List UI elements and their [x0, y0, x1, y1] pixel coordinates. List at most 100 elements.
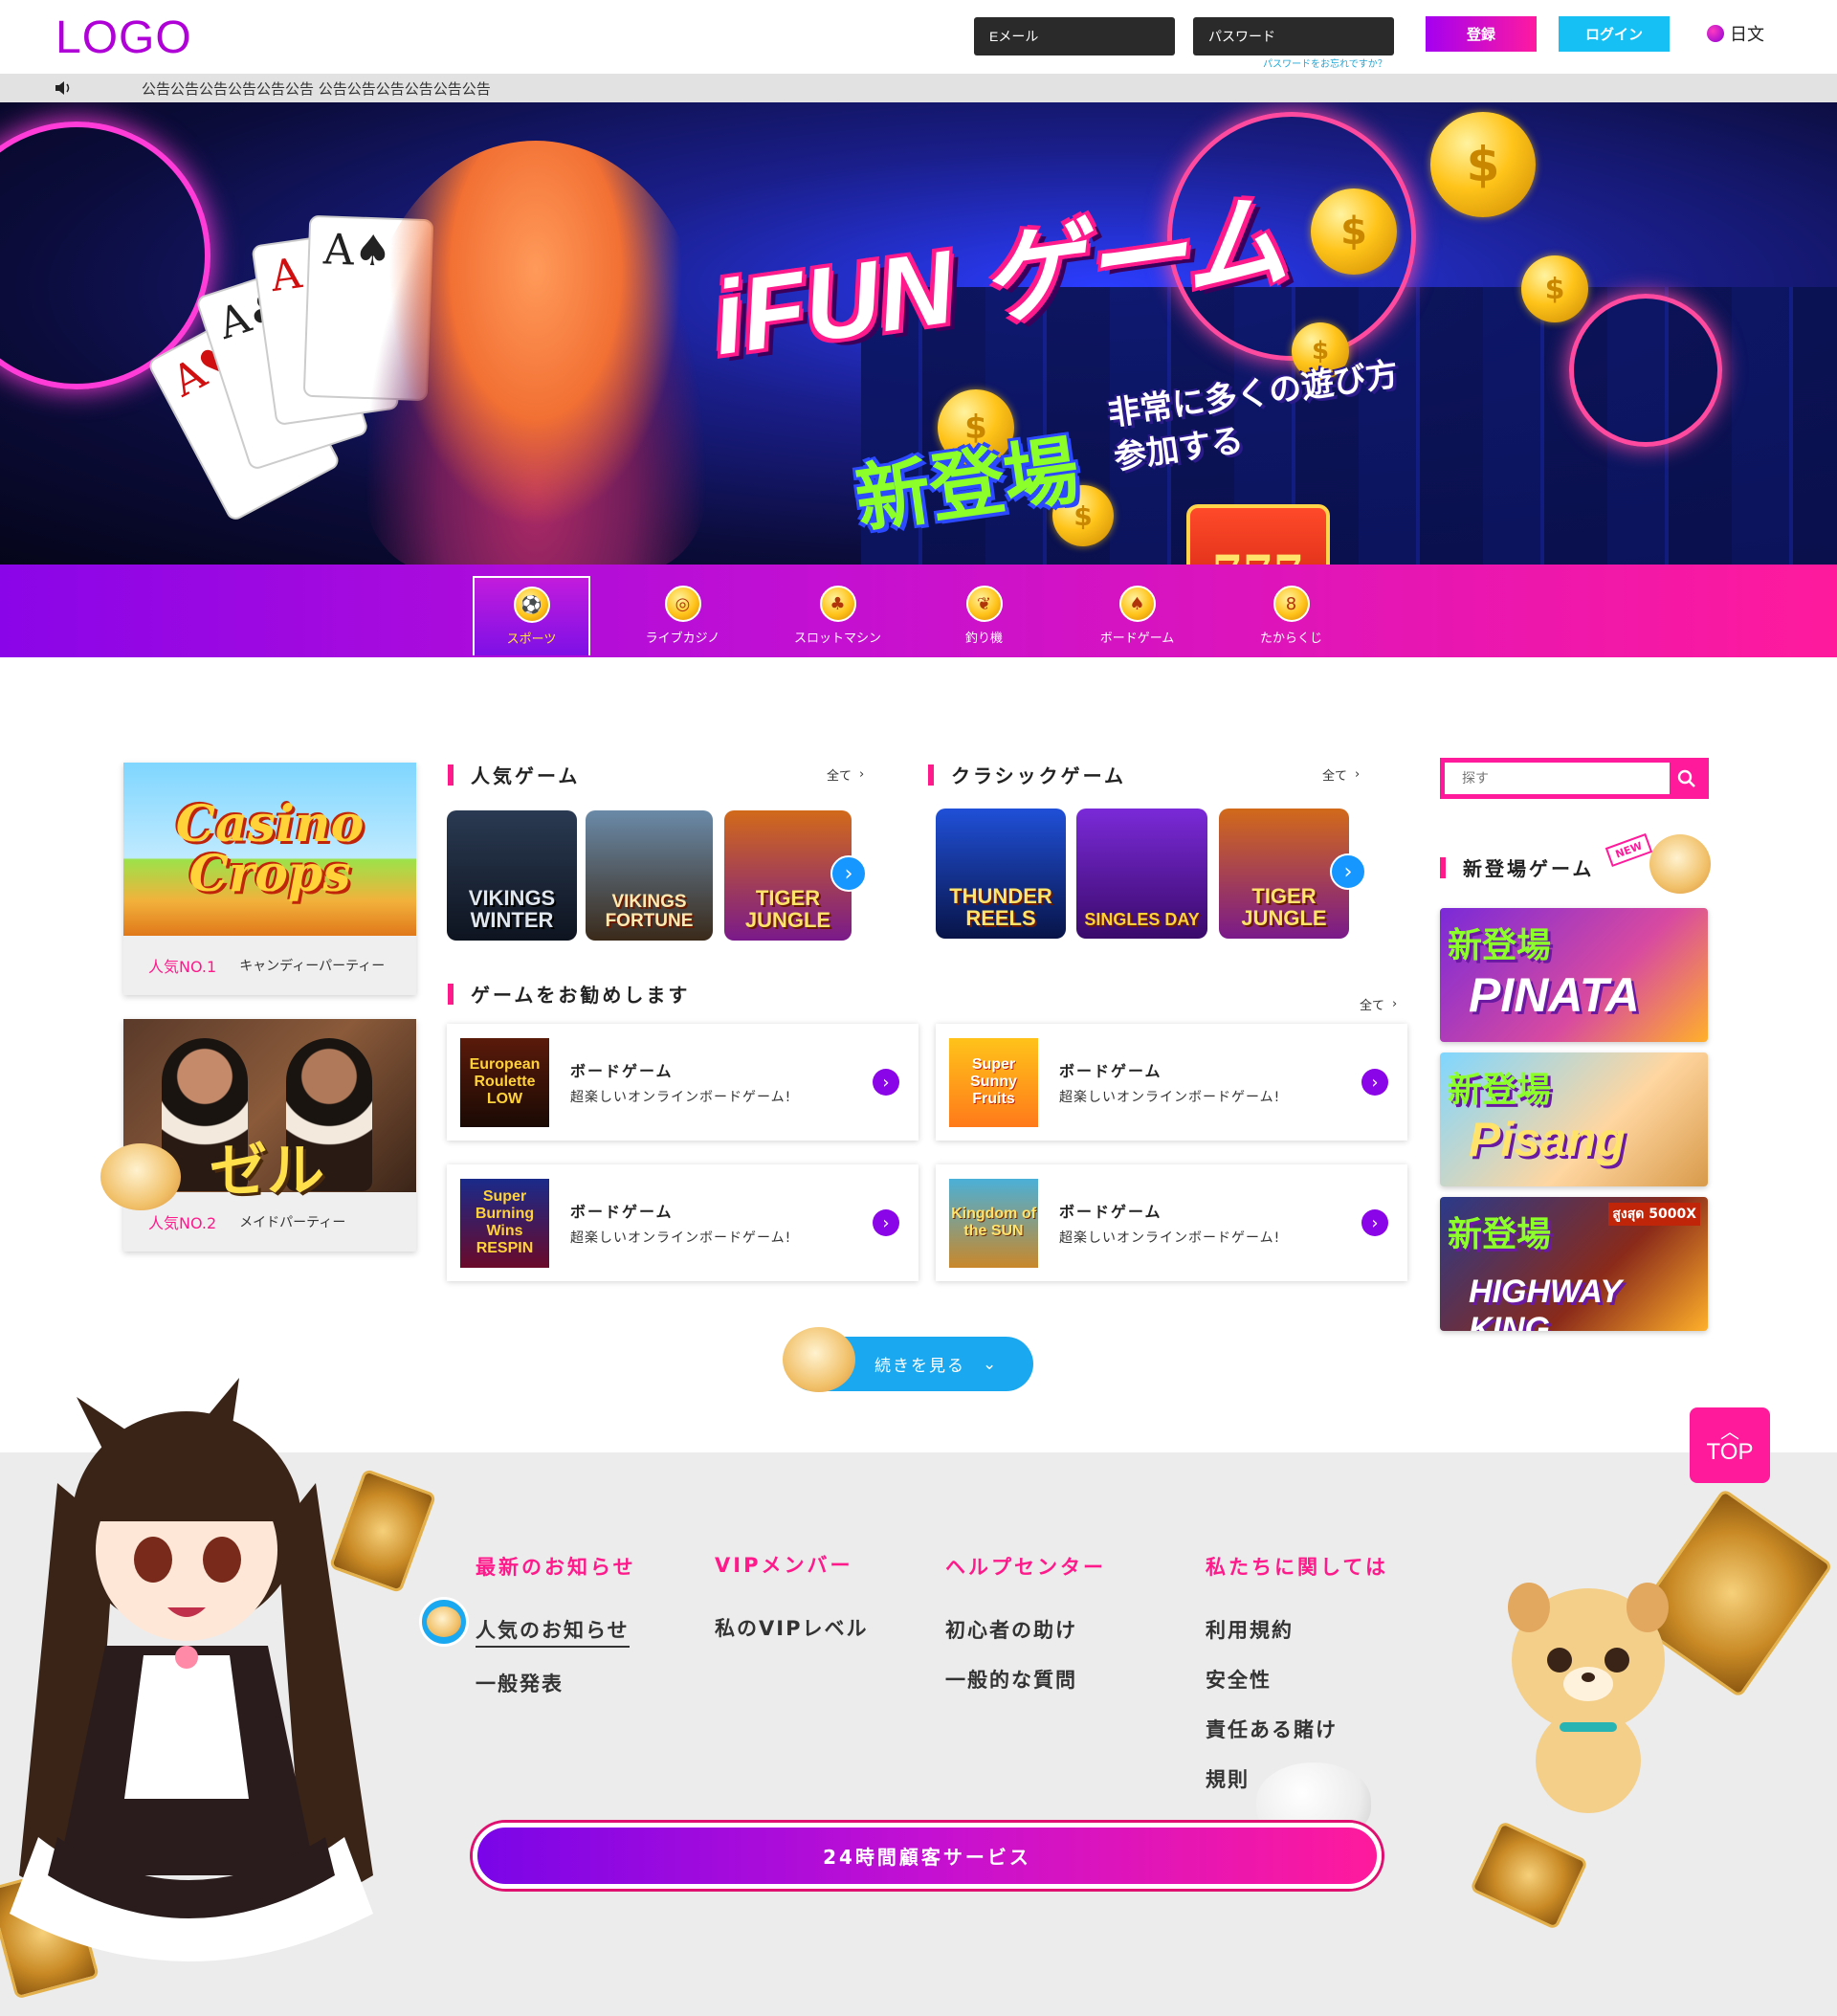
new-game-name: Pisang	[1469, 1113, 1626, 1166]
chevron-right-icon[interactable]: ›	[873, 1069, 899, 1096]
footer-link[interactable]: 利用規約	[1206, 1615, 1388, 1644]
neon-ring-decoration	[1569, 294, 1722, 447]
tab-fishing[interactable]: ❦ 釣り機	[925, 576, 1043, 655]
see-all-label: 全て	[1322, 769, 1348, 784]
recommend-card[interactable]: Super Sunny Fruits ボードゲーム 超楽しいオンラインボードゲー…	[936, 1024, 1407, 1141]
footer-column-vip: VIPメンバー 私のVIPレベル	[715, 1550, 868, 1642]
recommend-text: ボードゲーム 超楽しいオンラインボードゲーム!	[1059, 1058, 1361, 1106]
new-game-multiplier: สูงสุด 5000X	[1608, 1203, 1700, 1226]
gold-coin-decoration: $	[1430, 112, 1536, 217]
new-game-card[interactable]: 新登場 HIGHWAY KING สูงสุด 5000X	[1440, 1197, 1708, 1331]
recommend-title: ボードゲーム	[1059, 1062, 1162, 1080]
cherry-icon: ♣	[819, 586, 856, 622]
rank-label: 人気NO.2	[148, 1214, 217, 1232]
forgot-password-link[interactable]: パスワードをお忘れですか？	[1263, 55, 1387, 70]
tab-label: 釣り機	[964, 631, 1003, 646]
heading-accent	[1440, 856, 1446, 878]
language-selector[interactable]: 日文	[1707, 21, 1764, 46]
new-tag: 新登場	[1448, 926, 1552, 965]
game-tile[interactable]: THUNDER REELS	[936, 809, 1066, 939]
featured-card-2[interactable]: ゼル 人気NO.2 メイドパーティー	[123, 1019, 416, 1252]
footer-heading: ヘルプセンター	[945, 1556, 1106, 1579]
recommend-title: ボードゲーム	[570, 1203, 674, 1221]
footer-heading: 最新のお知らせ	[476, 1556, 636, 1579]
new-game-card[interactable]: 新登場 Pisang	[1440, 1052, 1708, 1186]
email-input[interactable]	[974, 17, 1175, 55]
game-tile[interactable]: VIKINGS WINTER	[447, 810, 577, 941]
password-input[interactable]	[1193, 17, 1394, 55]
popular-see-all-link[interactable]: 全て ›	[827, 765, 864, 784]
section-title: 新登場ゲーム	[1463, 857, 1595, 880]
classic-see-all-link[interactable]: 全て ›	[1322, 765, 1360, 784]
announcement-text: 公告公告公告公告公告公告 公告公告公告公告公告公告	[142, 80, 491, 98]
chevron-right-icon: ›	[1355, 767, 1361, 782]
tab-lottery[interactable]: 8 たからくじ	[1232, 576, 1350, 655]
load-more-button[interactable]: 続きを見る ⌄	[783, 1327, 1033, 1392]
recommend-desc: 超楽しいオンラインボードゲーム!	[1059, 1090, 1281, 1105]
anime-character-illustration	[364, 141, 708, 565]
announcement-bar: 公告公告公告公告公告公告 公告公告公告公告公告公告	[0, 74, 1837, 102]
footer-link[interactable]: 私のVIPレベル	[715, 1613, 868, 1642]
card-icon: ♠	[1118, 586, 1156, 622]
new-tag: 新登場	[1448, 1071, 1552, 1110]
chevron-right-icon: ›	[1392, 997, 1398, 1011]
carousel-next-button[interactable]: ›	[830, 855, 867, 892]
recommend-card[interactable]: Kingdom of the SUN ボードゲーム 超楽しいオンラインボードゲー…	[936, 1164, 1407, 1281]
customer-service-button[interactable]: 24時間顧客サービス	[473, 1823, 1382, 1889]
tab-board-game[interactable]: ♠ ボードゲーム	[1078, 576, 1196, 655]
search-button[interactable]	[1670, 763, 1704, 794]
footer-link[interactable]: 人気のお知らせ	[476, 1615, 630, 1648]
see-all-label: 全て	[1360, 999, 1385, 1013]
recommend-title: ボードゲーム	[1059, 1203, 1162, 1221]
back-to-top-button[interactable]: ︿ TOP	[1690, 1407, 1770, 1483]
new-badge-mascot: NEW	[1605, 832, 1713, 901]
search-icon	[1677, 769, 1695, 787]
recommend-card[interactable]: European Roulette LOW ボードゲーム 超楽しいオンラインボー…	[447, 1024, 918, 1141]
register-button[interactable]: 登録	[1426, 16, 1537, 52]
maid-character-illustration	[10, 1378, 373, 1961]
section-title: クラシックゲーム	[951, 764, 1126, 787]
login-button[interactable]: ログイン	[1559, 16, 1670, 52]
soccer-ball-icon: ⚽	[513, 587, 550, 623]
site-logo[interactable]: LOGO	[55, 11, 192, 64]
game-thumbnail: Kingdom of the SUN	[949, 1178, 1038, 1268]
chevron-right-icon[interactable]: ›	[1361, 1209, 1388, 1236]
footer-heading: 私たちに関しては	[1206, 1556, 1388, 1579]
footer-column-help: ヘルプセンター 初心者の助け 一般的な質問	[945, 1552, 1106, 1694]
chevron-right-icon[interactable]: ›	[873, 1209, 899, 1236]
footer-link[interactable]: 一般発表	[476, 1669, 636, 1697]
footer-link[interactable]: 一般的な質問	[945, 1665, 1106, 1694]
recommend-desc: 超楽しいオンラインボードゲーム!	[570, 1090, 792, 1105]
category-nav: ⚽ スポーツ ◎ ライブカジノ ♣ スロットマシン ❦ 釣り機 ♠ ボードゲーム…	[0, 565, 1837, 657]
gold-coin-decoration: $	[1521, 255, 1588, 322]
chevron-right-icon: ›	[859, 767, 865, 782]
hero-banner[interactable]: A♥ A♣ A♦ A♠ $ $ $ $ $ $ iFUN ゲーム 新登場 非常に…	[0, 102, 1837, 565]
recommend-title: ボードゲーム	[570, 1062, 674, 1080]
globe-icon	[1707, 25, 1724, 42]
tab-slot-machine[interactable]: ♣ スロットマシン	[779, 576, 896, 655]
game-tile[interactable]: SINGLES DAY	[1076, 809, 1207, 939]
search-input[interactable]	[1445, 763, 1670, 794]
tab-sports[interactable]: ⚽ スポーツ	[473, 576, 590, 655]
new-game-card[interactable]: 新登場 PINATA	[1440, 908, 1708, 1042]
game-name: メイドパーティー	[239, 1215, 346, 1230]
roulette-icon: ◎	[664, 586, 701, 622]
featured-caption: 人気NO.1 キャンディーパーティー	[123, 936, 416, 995]
recommend-card[interactable]: Super Burning Wins RESPIN ボードゲーム 超楽しいオンラ…	[447, 1164, 918, 1281]
footer-link[interactable]: 安全性	[1206, 1665, 1388, 1694]
tab-live-casino[interactable]: ◎ ライブカジノ	[624, 576, 741, 655]
top-label: TOP	[1706, 1438, 1754, 1465]
footer-link[interactable]: 初心者の助け	[945, 1615, 1106, 1644]
footer-link[interactable]: 責任ある賭け	[1206, 1715, 1388, 1743]
chevron-right-icon[interactable]: ›	[1361, 1069, 1388, 1096]
featured-card-1[interactable]: Casino Crops 人気NO.1 キャンディーパーティー	[123, 763, 416, 995]
carousel-next-button[interactable]: ›	[1330, 853, 1366, 890]
casino-crops-thumbnail: Casino Crops	[123, 763, 416, 936]
game-tile[interactable]: VIKINGS FORTUNE	[586, 810, 713, 941]
mascot-icon	[1649, 834, 1711, 894]
see-all-label: 全て	[827, 769, 852, 784]
recommend-see-all-link[interactable]: 全て ›	[1360, 995, 1397, 1013]
tab-label: ライブカジノ	[645, 631, 720, 646]
maid-art-title: ゼル	[210, 1138, 324, 1205]
load-more-label: 続きを見る	[874, 1357, 965, 1376]
